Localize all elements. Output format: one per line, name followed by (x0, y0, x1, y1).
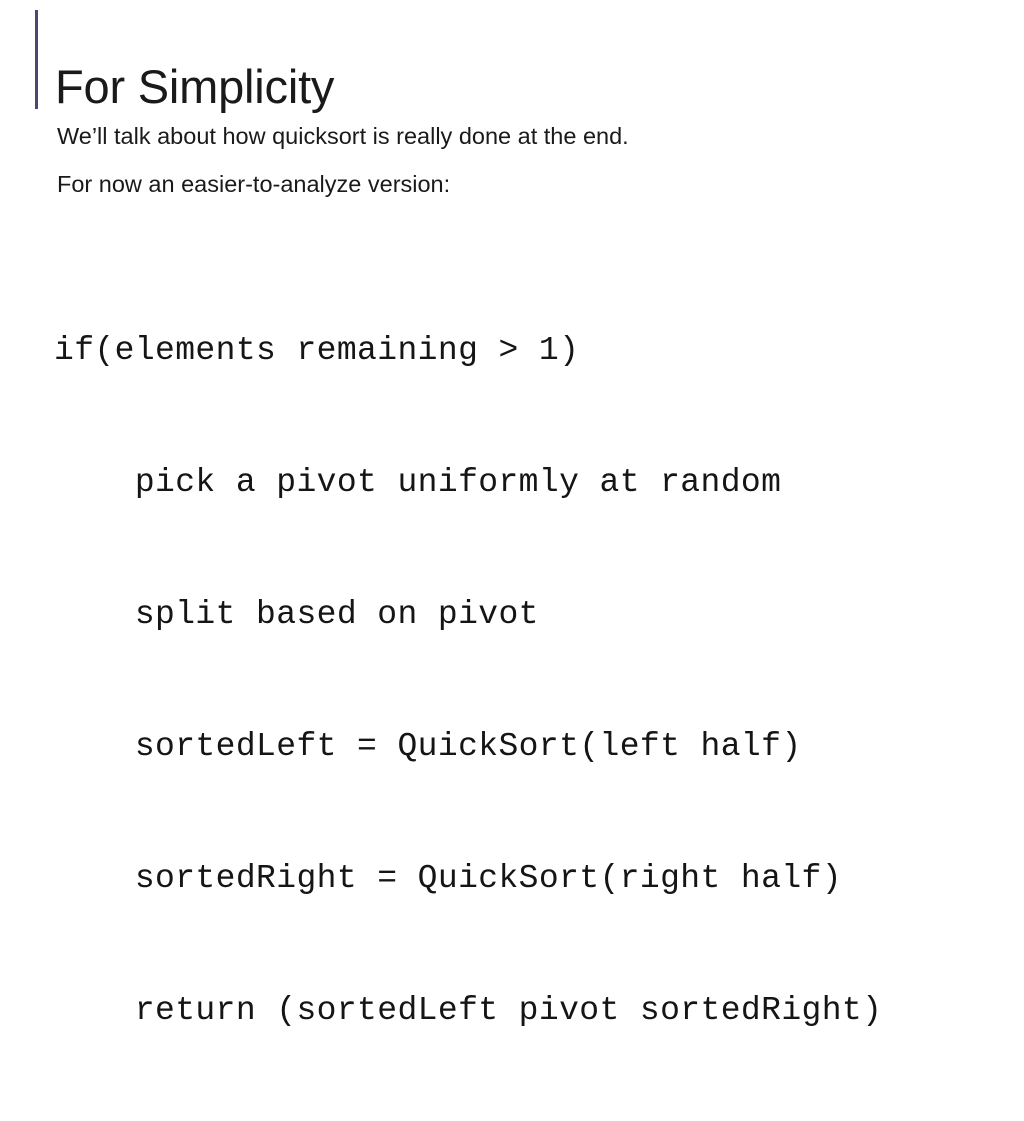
code-line: return (sortedLeft pivot sortedRight) (54, 992, 883, 1029)
page-title: For Simplicity (55, 60, 335, 114)
code-line: sortedLeft = QuickSort(left half) (54, 728, 802, 765)
code-line: if(elements remaining > 1) (54, 332, 580, 369)
presentation-slide: For Simplicity We’ll talk about how quic… (0, 0, 1024, 1029)
code-line: split based on pivot (54, 596, 539, 633)
code-line: pick a pivot uniformly at random (54, 464, 782, 501)
title-accent-bar (35, 10, 38, 109)
body-text-block: We’ll talk about how quicksort is really… (57, 124, 987, 196)
pseudocode-block: if(elements remaining > 1) pick a pivot … (54, 241, 1014, 1121)
body-line: We’ll talk about how quicksort is really… (57, 123, 629, 149)
code-line: sortedRight = QuickSort(right half) (54, 860, 842, 897)
body-line: For now an easier-to-analyze version: (57, 171, 451, 197)
